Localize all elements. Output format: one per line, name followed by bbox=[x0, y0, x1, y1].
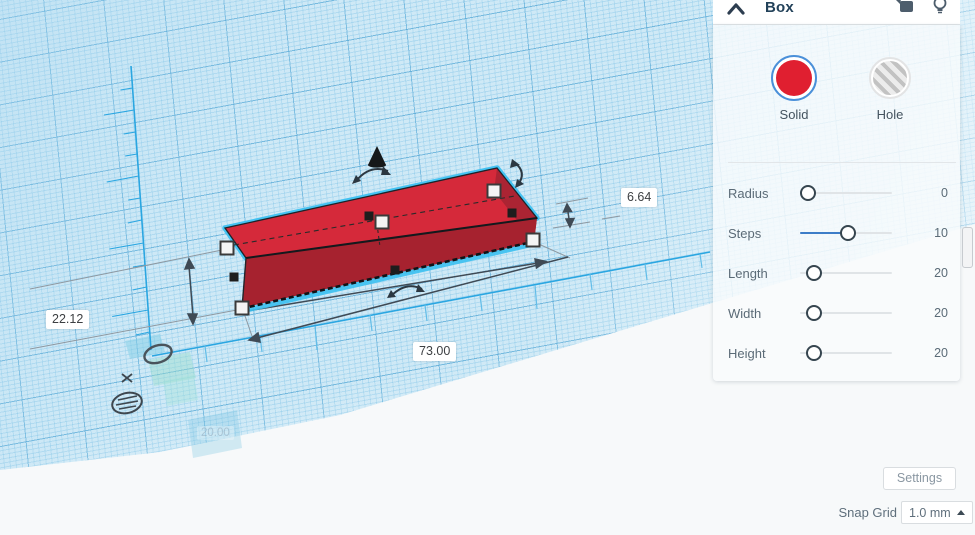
slider-value: 20 bbox=[934, 266, 948, 280]
slider-label: Steps bbox=[728, 225, 762, 241]
slider-row-width: Width 20 bbox=[713, 293, 960, 333]
scrollbar-thumb[interactable] bbox=[962, 227, 973, 268]
inspector-header: Box bbox=[713, 0, 960, 25]
solid-swatch-label: Solid bbox=[779, 107, 809, 122]
hole-swatch-label: Hole bbox=[876, 107, 904, 122]
height-slider[interactable] bbox=[800, 345, 892, 361]
panel-divider bbox=[728, 162, 956, 163]
snap-grid-label: Snap Grid bbox=[838, 505, 897, 520]
collapse-chevron-up-icon[interactable] bbox=[726, 2, 746, 16]
slider-row-radius: Radius 0 bbox=[713, 173, 960, 213]
slider-label: Height bbox=[728, 345, 766, 361]
inspector-title: Box bbox=[765, 0, 794, 16]
tinkercad-editor: 22.12 73.00 6.64 20.00 Box Solid Hole Ra… bbox=[0, 0, 975, 535]
shape-parameter-sliders: Radius 0 Steps 10 Length 20 Width 20 Hei… bbox=[713, 173, 960, 373]
hole-swatch[interactable] bbox=[869, 57, 911, 99]
solid-swatch[interactable] bbox=[771, 55, 817, 101]
width-slider-knob[interactable] bbox=[806, 305, 822, 321]
dim-label-width: 22.12 bbox=[46, 310, 90, 329]
slider-label: Radius bbox=[728, 185, 769, 201]
slider-value: 20 bbox=[934, 306, 948, 320]
width-slider[interactable] bbox=[800, 305, 892, 321]
steps-slider[interactable] bbox=[800, 225, 892, 241]
settings-button[interactable]: Settings bbox=[883, 467, 956, 490]
radius-slider[interactable] bbox=[800, 185, 892, 201]
snap-grid-dropdown[interactable]: 1.0 mm bbox=[901, 501, 973, 524]
slider-value: 20 bbox=[934, 346, 948, 360]
dim-label-ghost: 20.00 bbox=[197, 426, 234, 440]
height-slider-knob[interactable] bbox=[806, 345, 822, 361]
shape-inspector-panel: Box Solid Hole Radius 0 Steps 10 Length … bbox=[713, 0, 960, 381]
slider-value: 0 bbox=[941, 186, 948, 200]
lightbulb-icon[interactable] bbox=[932, 0, 948, 14]
slider-row-steps: Steps 10 bbox=[713, 213, 960, 253]
paint-icon[interactable] bbox=[896, 0, 916, 14]
length-slider[interactable] bbox=[800, 265, 892, 281]
solid-swatch-color bbox=[776, 60, 812, 96]
steps-slider-knob[interactable] bbox=[840, 225, 856, 241]
slider-label: Length bbox=[728, 265, 768, 281]
dim-label-height: 6.64 bbox=[621, 188, 658, 207]
slider-row-length: Length 20 bbox=[713, 253, 960, 293]
hole-swatch-pattern bbox=[873, 61, 907, 95]
inspector-body: Solid Hole Radius 0 Steps 10 Length 20 W… bbox=[713, 25, 960, 381]
slider-row-height: Height 20 bbox=[713, 333, 960, 373]
snap-grid-value: 1.0 mm bbox=[909, 505, 951, 520]
dim-label-length: 73.00 bbox=[413, 342, 457, 361]
slider-label: Width bbox=[728, 305, 762, 321]
caret-up-icon bbox=[957, 510, 965, 515]
radius-slider-knob[interactable] bbox=[800, 185, 816, 201]
slider-value: 10 bbox=[934, 226, 948, 240]
length-slider-knob[interactable] bbox=[806, 265, 822, 281]
